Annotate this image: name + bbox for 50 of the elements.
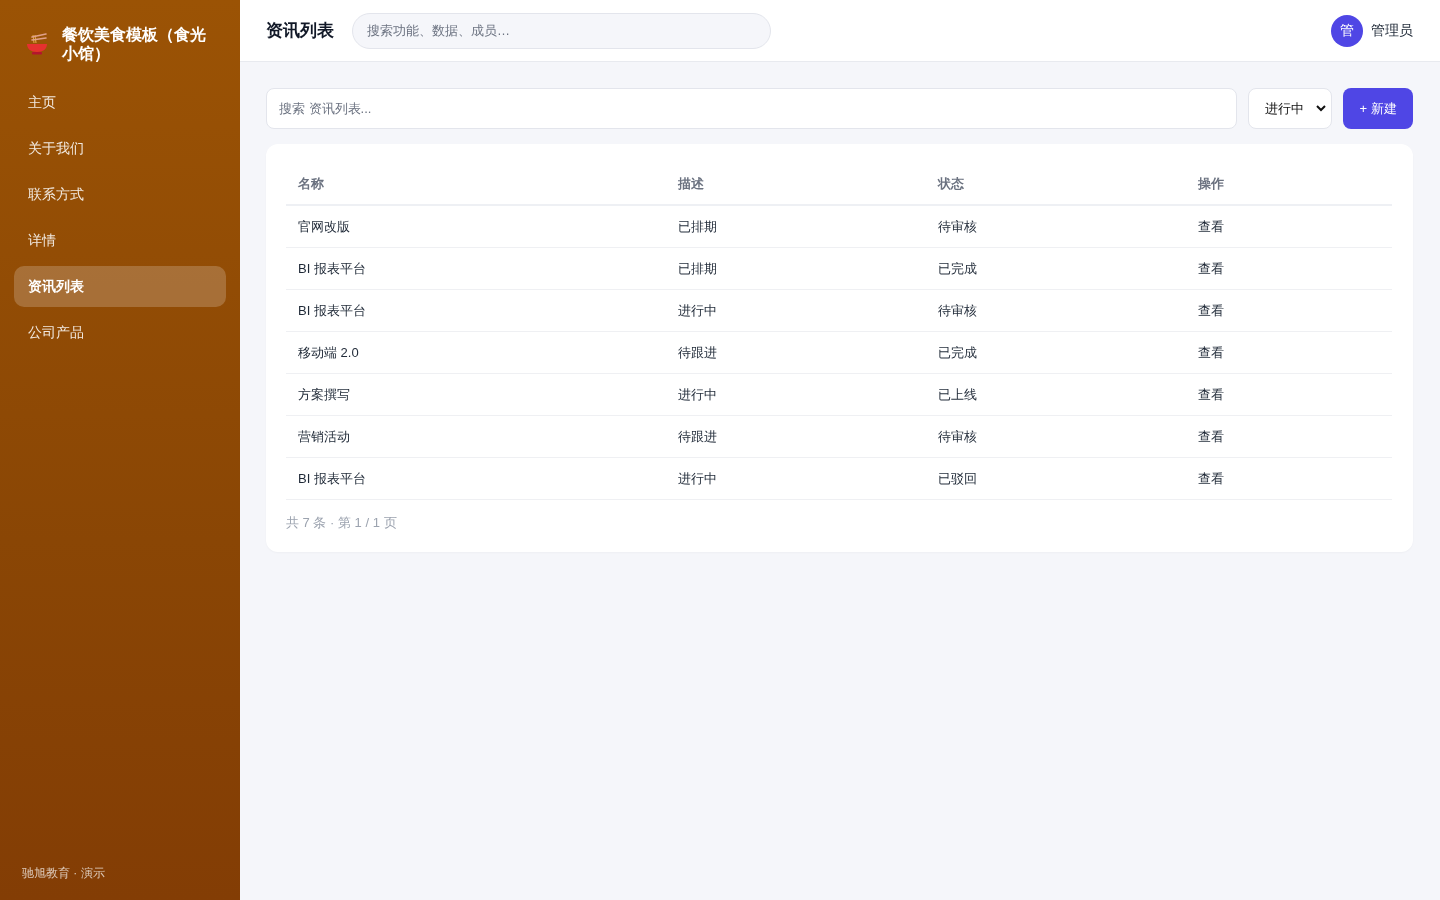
table-cell: 待审核 [938, 218, 977, 234]
column-header: 名称 [298, 176, 324, 191]
table-cell: 待跟进 [678, 344, 717, 360]
table-cell: 进行中 [678, 386, 717, 402]
nav-item[interactable]: 资讯列表 [14, 266, 226, 307]
table-cell: BI 报表平台 [298, 260, 366, 276]
table-cell: 待审核 [938, 302, 977, 318]
view-link[interactable]: 查看 [1198, 470, 1224, 486]
status-select[interactable]: 进行中 [1248, 88, 1332, 129]
column-header: 描述 [678, 176, 704, 191]
view-link[interactable]: 查看 [1198, 386, 1224, 402]
nav-item[interactable]: 公司产品 [14, 312, 226, 353]
table-cell: 已排期 [678, 260, 717, 276]
table-cell: 官网改版 [298, 218, 350, 234]
table-cell: 待跟进 [678, 428, 717, 444]
nav-item[interactable]: 主页 [14, 82, 226, 123]
page-title: 资讯列表 [266, 20, 334, 42]
table-cell: 进行中 [678, 302, 717, 318]
nav-item[interactable]: 联系方式 [14, 174, 226, 215]
nav-item[interactable]: 关于我们 [14, 128, 226, 169]
list-search-field[interactable]: 搜索 资讯列表... [266, 88, 1237, 129]
caret-icon [1316, 105, 1326, 112]
nav-item[interactable]: 详情 [14, 220, 226, 261]
table-cell: 已驳回 [938, 470, 977, 486]
view-link[interactable]: 查看 [1198, 260, 1224, 276]
noodle-bowl-icon [25, 32, 49, 56]
user-name: 管理员 [1371, 21, 1413, 40]
pagination-info: 共 7 条 · 第 1 / 1 页 [286, 514, 398, 532]
column-header: 状态 [938, 176, 964, 191]
table-cell: 进行中 [678, 470, 717, 486]
table-cell: 待审核 [938, 428, 977, 444]
table-cell: 已完成 [938, 260, 977, 276]
table-cell: BI 报表平台 [298, 470, 366, 486]
table-cell: 已排期 [678, 218, 717, 234]
view-link[interactable]: 查看 [1198, 302, 1224, 318]
table-cell: BI 报表平台 [298, 302, 366, 318]
table-cell: 营销活动 [298, 428, 350, 444]
sidebar-footer: 驰旭教育 · 演示 [14, 865, 226, 882]
new-button[interactable]: + 新建 [1343, 88, 1413, 129]
avatar[interactable]: 管 [1331, 14, 1363, 47]
view-link[interactable]: 查看 [1198, 344, 1224, 360]
table-cell: 方案撰写 [298, 386, 350, 402]
view-link[interactable]: 查看 [1198, 428, 1224, 444]
table-cell: 移动端 2.0 [298, 344, 359, 360]
column-header: 操作 [1198, 176, 1224, 191]
brand-title: 餐饮美食模板（食光小馆） [62, 25, 207, 63]
search-field[interactable]: 搜索功能、数据、成员… [352, 12, 771, 49]
table-cell: 已完成 [938, 344, 977, 360]
view-link[interactable]: 查看 [1198, 218, 1224, 234]
table-cell: 已上线 [938, 386, 977, 402]
